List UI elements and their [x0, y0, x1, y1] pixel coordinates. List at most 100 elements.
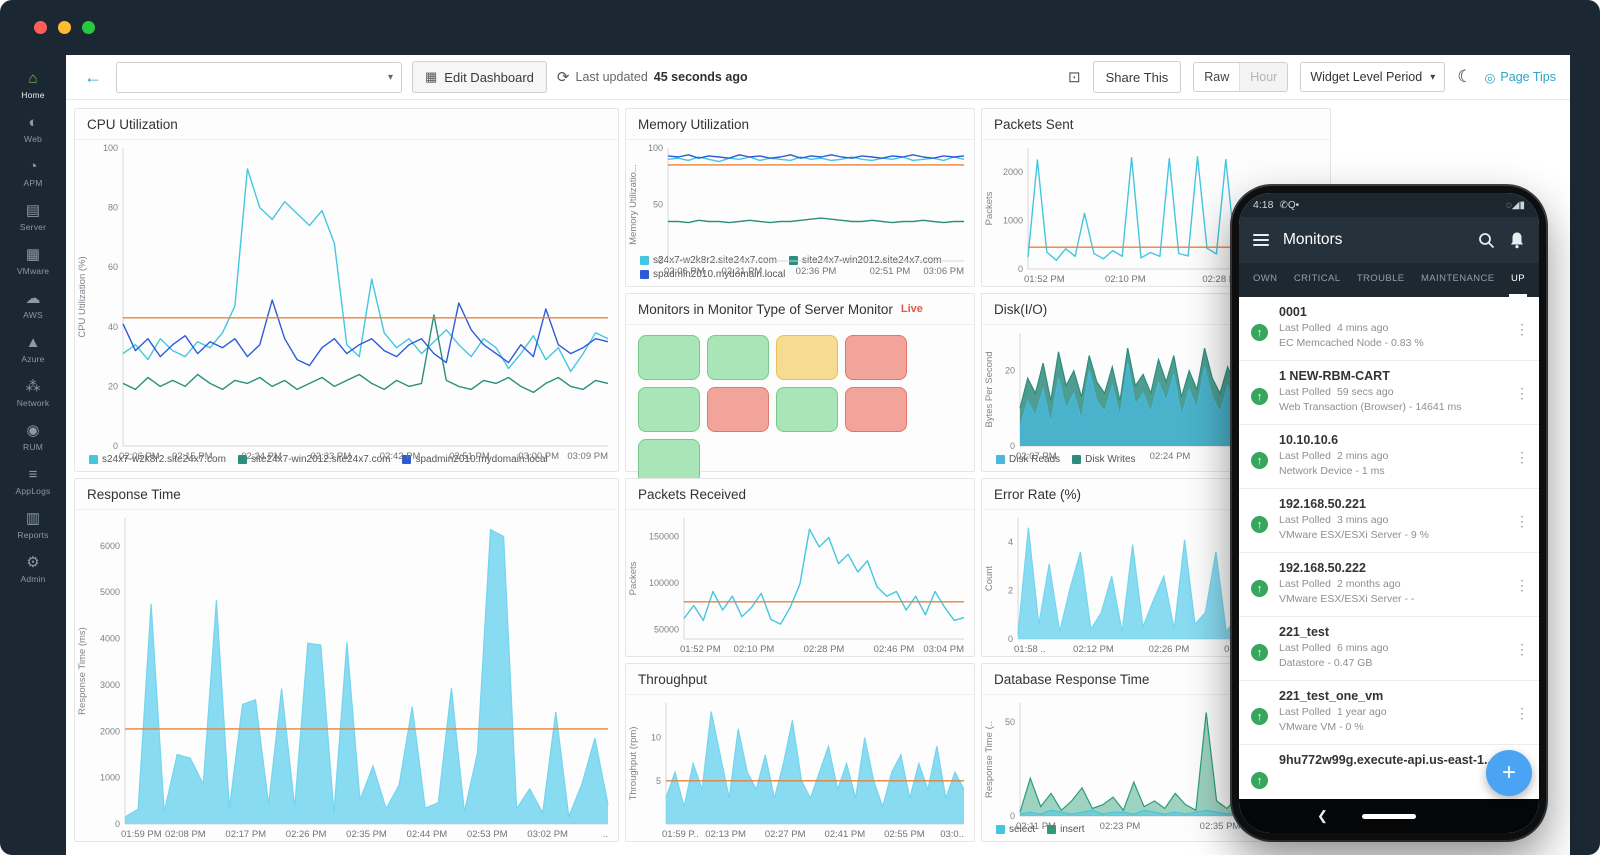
- sidebar-item-aws[interactable]: ☁AWS: [3, 285, 63, 327]
- list-item[interactable]: ↑0001Last Polled4 mins agoEC Memcached N…: [1239, 297, 1539, 361]
- sidebar-item-reports[interactable]: ▥Reports: [3, 505, 63, 547]
- refresh-icon[interactable]: ⟳: [557, 68, 570, 86]
- list-item[interactable]: ↑192.168.50.221Last Polled3 mins agoVMwa…: [1239, 489, 1539, 553]
- svg-text:20: 20: [1005, 366, 1015, 376]
- list-item[interactable]: ↑221_testLast Polled6 mins agoDatastore …: [1239, 617, 1539, 681]
- sidebar-item-rum[interactable]: ◉RUM: [3, 417, 63, 459]
- sidebar-item-vmware[interactable]: ▦VMware: [3, 241, 63, 283]
- sidebar-item-network[interactable]: ⁂Network: [3, 373, 63, 415]
- list-item[interactable]: ↑1 NEW-RBM-CARTLast Polled59 secs agoWeb…: [1239, 361, 1539, 425]
- monitor-item-body: 221_test_one_vmLast Polled1 year agoVMwa…: [1279, 689, 1513, 733]
- sidebar-item-label: AppLogs: [16, 486, 51, 496]
- monitor-tile-up[interactable]: [638, 387, 700, 432]
- svg-text:50: 50: [1005, 717, 1015, 727]
- sidebar-item-label: Web: [24, 134, 42, 144]
- svg-text:02:13 PM: 02:13 PM: [705, 829, 746, 840]
- widget-memory-utilization: Memory Utilization 050100Memory Utilizat…: [625, 108, 975, 287]
- monitor-item-body: 0001Last Polled4 mins agoEC Memcached No…: [1279, 305, 1513, 349]
- sidebar-item-label: Network: [17, 398, 50, 408]
- phone-tab-maintenance[interactable]: MAINTENANCE: [1419, 263, 1497, 297]
- memory-utilization-chart: 050100Memory Utilizatio...02:06 PM02:21 …: [626, 140, 974, 253]
- svg-text:100: 100: [103, 143, 118, 153]
- list-item[interactable]: ↑192.168.50.222Last Polled2 months agoVM…: [1239, 553, 1539, 617]
- sidebar-item-admin[interactable]: ⚙Admin: [3, 549, 63, 591]
- raw-option[interactable]: Raw: [1194, 63, 1239, 91]
- monitor-tile-up[interactable]: [776, 387, 838, 432]
- kebab-menu-icon[interactable]: ⋮: [1515, 641, 1529, 658]
- svg-text:2000: 2000: [1003, 167, 1023, 177]
- svg-text:01:58 ..: 01:58 ..: [1014, 644, 1046, 655]
- display-share-icon[interactable]: ⊡: [1068, 68, 1081, 86]
- phone-tab-critical[interactable]: CRITICAL: [1292, 263, 1342, 297]
- close-window-button[interactable]: [34, 21, 47, 34]
- page-tips-button[interactable]: ◎ Page Tips: [1484, 70, 1556, 85]
- kebab-menu-icon[interactable]: ⋮: [1515, 385, 1529, 402]
- kebab-menu-icon[interactable]: ⋮: [1515, 577, 1529, 594]
- last-polled-value: 59 secs ago: [1337, 386, 1394, 398]
- svg-text:02:41 PM: 02:41 PM: [824, 829, 865, 840]
- widget-throughput: Throughput 510Throughput (rpm)01:59 P..0…: [625, 663, 975, 842]
- monitor-tile-grid: [626, 325, 974, 494]
- minimize-window-button[interactable]: [58, 21, 71, 34]
- sidebar-item-apm[interactable]: ◔APM: [3, 153, 63, 195]
- sidebar-item-azure[interactable]: ▲Azure: [3, 329, 63, 371]
- dashboard-select[interactable]: ▾: [116, 62, 402, 93]
- svg-text:02:10 PM: 02:10 PM: [734, 644, 775, 655]
- svg-text:02:26 PM: 02:26 PM: [1149, 644, 1190, 655]
- svg-text:100000: 100000: [649, 578, 679, 588]
- svg-text:03:09 PM: 03:09 PM: [567, 451, 608, 462]
- monitor-tile-warning[interactable]: [776, 335, 838, 380]
- last-polled-row: Last Polled2 months ago: [1279, 578, 1513, 590]
- status-up-icon: ↑: [1251, 452, 1268, 469]
- sidebar-item-home[interactable]: ⌂Home: [3, 65, 63, 107]
- widget-header: Response Time: [75, 479, 618, 510]
- monitor-tile-down[interactable]: [845, 387, 907, 432]
- raw-hour-toggle: Raw Hour: [1193, 62, 1288, 92]
- last-polled-label: Last Polled: [1279, 386, 1331, 398]
- last-polled-row: Last Polled1 year ago: [1279, 706, 1513, 718]
- share-this-button[interactable]: Share This: [1093, 61, 1182, 93]
- svg-text:1000: 1000: [100, 773, 120, 783]
- phone-tab-up[interactable]: UP: [1509, 263, 1527, 297]
- svg-text:01:52 PM: 01:52 PM: [680, 644, 721, 655]
- list-item[interactable]: ↑10.10.10.6Last Polled2 mins agoNetwork …: [1239, 425, 1539, 489]
- bell-icon[interactable]: [1509, 231, 1525, 249]
- edit-dashboard-button[interactable]: ▦ Edit Dashboard: [412, 61, 547, 93]
- list-item[interactable]: ↑ 221_test_one_vmLast Polled1 year agoVMw…: [1239, 681, 1539, 745]
- svg-text:5000: 5000: [100, 587, 120, 597]
- status-up-icon: ↑: [1251, 708, 1268, 725]
- svg-text:02:26 PM: 02:26 PM: [286, 829, 327, 840]
- widget-title: Packets Received: [638, 487, 746, 502]
- add-monitor-fab[interactable]: +: [1486, 750, 1532, 796]
- last-updated-value: 45 seconds ago: [654, 70, 748, 84]
- sidebar-item-applogs[interactable]: ≡AppLogs: [3, 461, 63, 503]
- kebab-menu-icon[interactable]: ⋮: [1515, 321, 1529, 338]
- nav-back-icon[interactable]: ❮: [1317, 808, 1328, 824]
- svg-text:01:52 PM: 01:52 PM: [1024, 274, 1065, 285]
- phone-page-title: Monitors: [1283, 231, 1464, 249]
- monitor-tile-up[interactable]: [638, 335, 700, 380]
- monitor-tile-down[interactable]: [845, 335, 907, 380]
- back-arrow-icon[interactable]: ←: [80, 67, 106, 88]
- kebab-menu-icon[interactable]: ⋮: [1515, 449, 1529, 466]
- kebab-menu-icon[interactable]: ⋮: [1515, 513, 1529, 530]
- kebab-menu-icon[interactable]: ⋮: [1515, 705, 1529, 722]
- svg-text:03:00 PM: 03:00 PM: [518, 451, 559, 462]
- home-gesture-pill[interactable]: [1362, 814, 1416, 819]
- sidebar-item-label: Server: [20, 222, 46, 232]
- phone-tab-own[interactable]: OWN: [1251, 263, 1279, 297]
- widget-level-period-select[interactable]: Widget Level Period ▾: [1300, 62, 1445, 92]
- sidebar-item-label: Azure: [21, 354, 44, 364]
- monitor-tile-down[interactable]: [707, 387, 769, 432]
- monitor-tile-up[interactable]: [707, 335, 769, 380]
- sidebar-item-web[interactable]: ◐Web: [3, 109, 63, 151]
- hamburger-menu-icon[interactable]: [1253, 234, 1269, 246]
- chart-canvas: 050100Memory Utilizatio...02:06 PM02:21 …: [626, 140, 974, 278]
- hour-option[interactable]: Hour: [1239, 63, 1287, 91]
- phone-tab-trouble[interactable]: TROUBLE: [1355, 263, 1407, 297]
- sidebar-item-server[interactable]: ▤Server: [3, 197, 63, 239]
- zoom-window-button[interactable]: [82, 21, 95, 34]
- dark-mode-moon-icon[interactable]: ☾: [1457, 67, 1472, 87]
- search-icon[interactable]: [1478, 232, 1495, 249]
- widget-level-period-label: Widget Level Period: [1310, 70, 1422, 84]
